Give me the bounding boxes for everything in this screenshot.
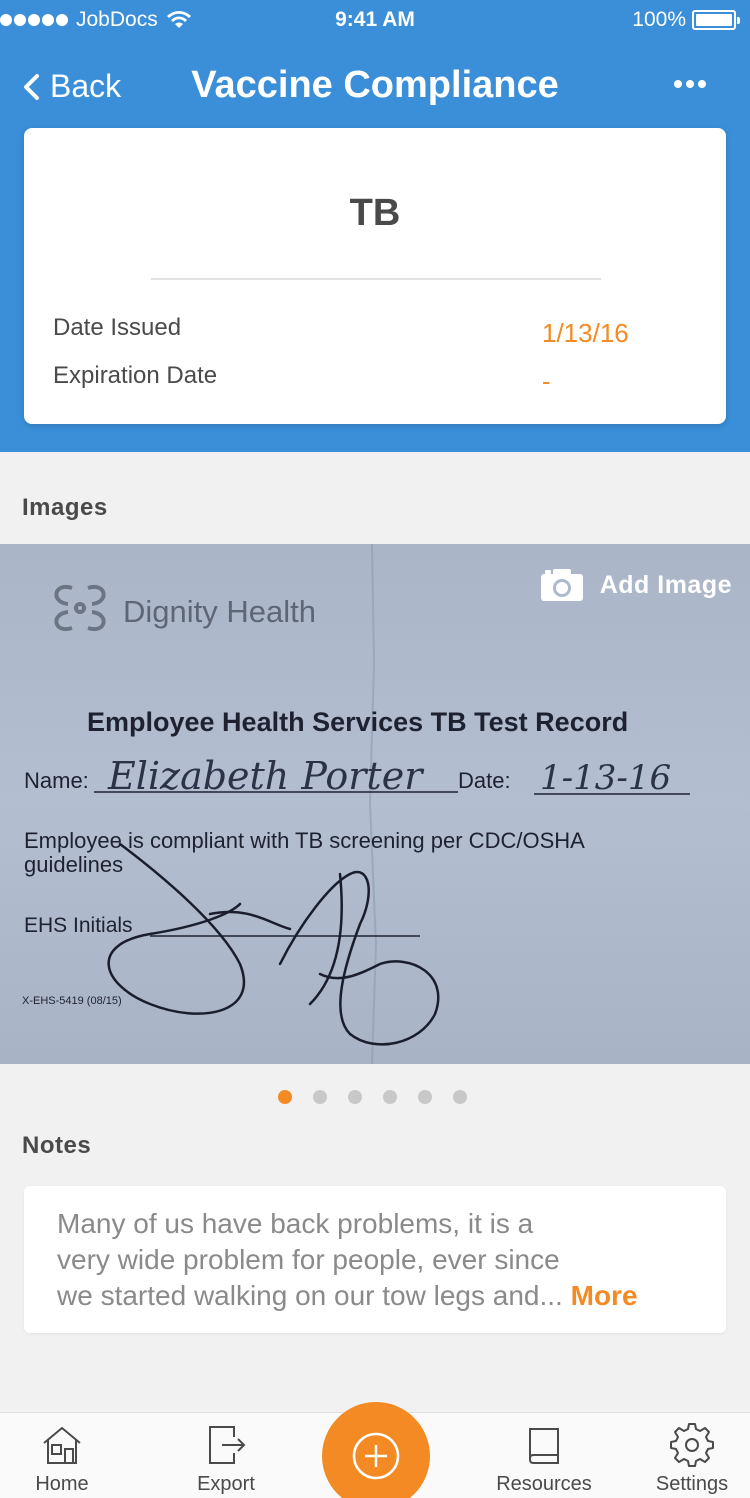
notes-section-label: Notes	[22, 1132, 92, 1159]
tab-export[interactable]: Export	[186, 1413, 266, 1498]
name-label: Name:	[24, 768, 89, 793]
handwritten-name: Elizabeth Porter	[107, 754, 425, 798]
nav-bar: Back Vaccine Compliance	[0, 44, 750, 128]
pager-dot[interactable]	[278, 1090, 292, 1104]
status-right: 100%	[632, 8, 740, 32]
initials-label: EHS Initials	[24, 914, 133, 937]
tab-resources[interactable]: Resources	[484, 1413, 604, 1498]
tab-label: Export	[197, 1473, 255, 1495]
add-image-label: Add Image	[599, 570, 732, 599]
tab-settings[interactable]: Settings	[644, 1413, 740, 1498]
tab-label: Resources	[496, 1473, 592, 1495]
pager-dot[interactable]	[313, 1090, 327, 1104]
plus-circle-icon	[352, 1432, 400, 1480]
notes-text: Many of us have back problems, it is a v…	[57, 1206, 707, 1314]
expiration-date-value: -	[542, 366, 551, 396]
more-options-icon[interactable]	[674, 80, 706, 88]
battery-icon	[692, 10, 740, 30]
document-scan: Dignity Health Employee Health Services …	[22, 544, 690, 1064]
date-issued-label: Date Issued	[53, 314, 182, 341]
document-heading: Employee Health Services TB Test Record	[87, 707, 628, 737]
tab-home[interactable]: Home	[22, 1413, 102, 1498]
notes-line-last: we started walking on our tow legs and..…	[57, 1278, 707, 1314]
book-icon	[529, 1428, 559, 1464]
pager-dot[interactable]	[418, 1090, 432, 1104]
notes-line: we started walking on our tow legs and..…	[57, 1280, 563, 1311]
pager-dot[interactable]	[383, 1090, 397, 1104]
notes-line: Many of us have back problems, it is a	[57, 1208, 534, 1239]
status-bar: JobDocs 9:41 AM 100%	[0, 0, 750, 40]
camera-icon	[540, 569, 583, 601]
handwritten-date: 1-13-16	[540, 758, 671, 798]
record-title: TB	[349, 192, 401, 234]
gear-icon	[670, 1423, 714, 1467]
more-link[interactable]: More	[571, 1280, 638, 1311]
export-icon	[209, 1426, 246, 1464]
notes-card[interactable]: Many of us have back problems, it is a v…	[24, 1186, 726, 1333]
pager-dot[interactable]	[348, 1090, 362, 1104]
compliance-text-line2: guidelines	[24, 852, 123, 877]
battery-percent: 100%	[632, 8, 686, 31]
expiration-date-label: Expiration Date	[53, 362, 218, 389]
date-label: Date:	[458, 768, 511, 793]
image-pager	[278, 1090, 467, 1104]
document-image[interactable]: Dignity Health Employee Health Services …	[0, 544, 750, 1064]
dignity-health-logo	[54, 584, 106, 632]
images-section-label: Images	[22, 494, 108, 521]
logo-text: Dignity Health	[123, 594, 316, 629]
tab-label: Home	[35, 1473, 89, 1495]
divider	[151, 278, 601, 280]
signature	[107, 842, 440, 1046]
add-image-button[interactable]: Add Image	[540, 568, 732, 602]
header: JobDocs 9:41 AM 100% Back Vaccine Compli…	[0, 0, 750, 452]
home-icon	[43, 1426, 81, 1464]
record-summary-card: TB Date Issued 1/13/16 Expiration Date -	[24, 128, 726, 424]
pager-dot[interactable]	[453, 1090, 467, 1104]
compliance-text-line1: Employee is compliant with TB screening …	[24, 828, 585, 853]
form-code: X-EHS-5419 (08/15)	[22, 995, 122, 1007]
notes-line: very wide problem for people, ever since	[57, 1244, 560, 1275]
page-title: Vaccine Compliance	[191, 64, 559, 106]
date-issued-value: 1/13/16	[542, 318, 629, 348]
tab-label: Settings	[655, 1473, 729, 1495]
